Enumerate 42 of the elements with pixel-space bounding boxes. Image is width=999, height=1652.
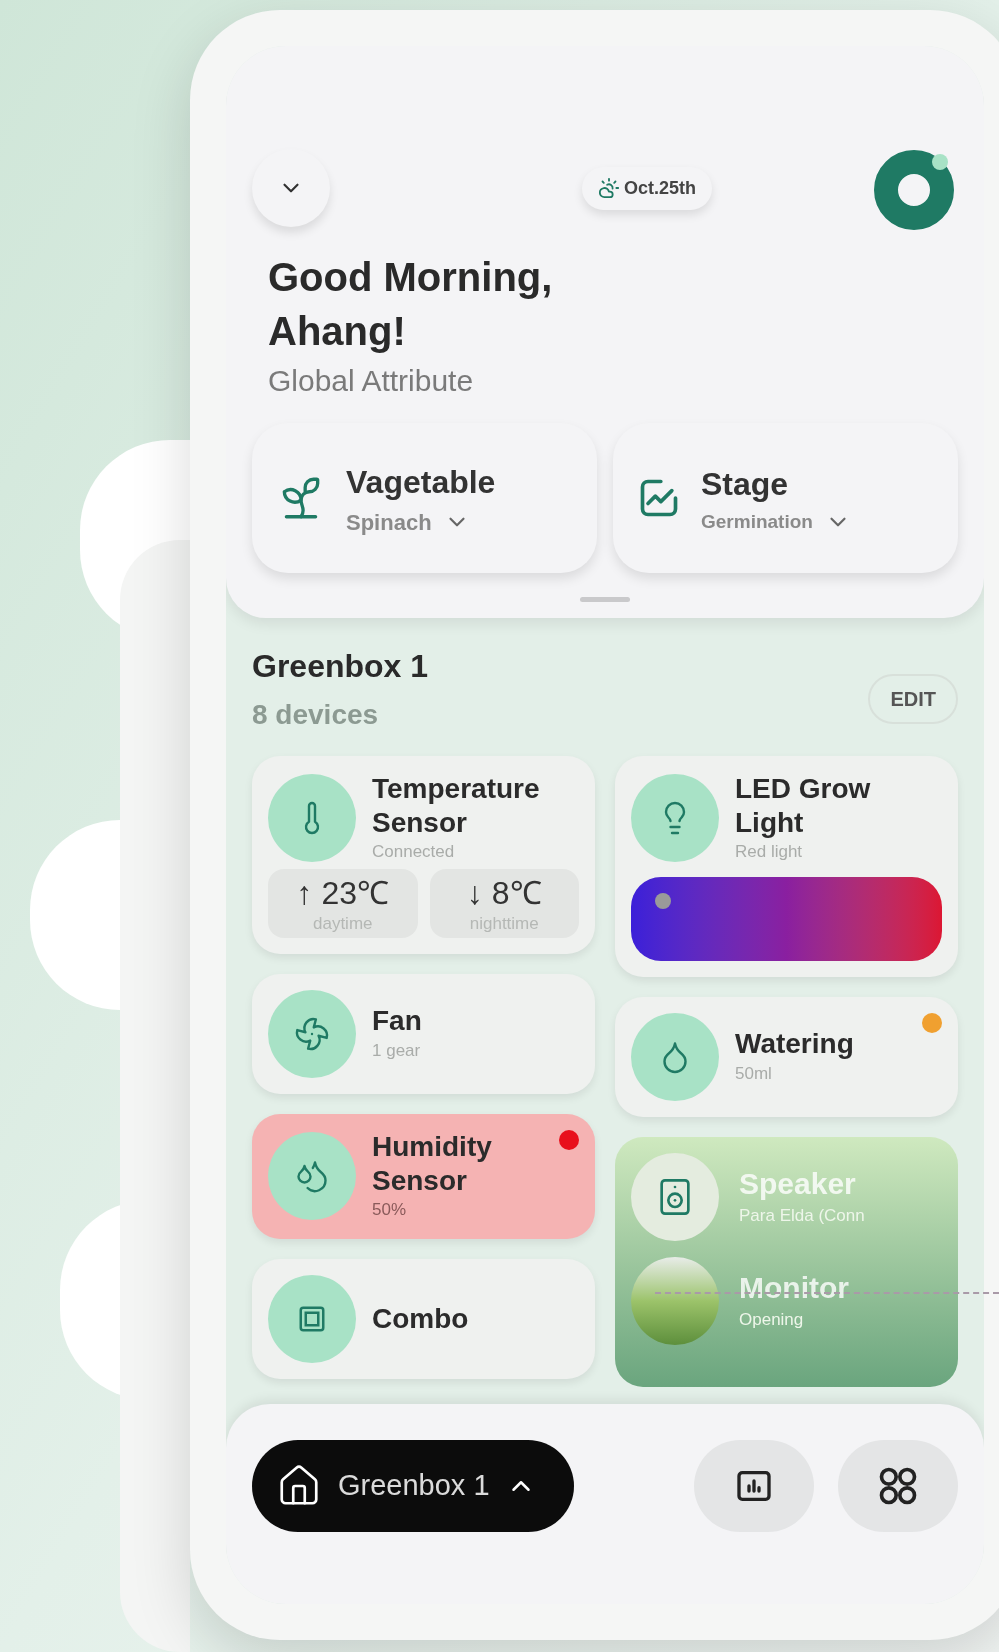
device-name: Temperature Sensor <box>372 772 541 840</box>
edit-button[interactable]: EDIT <box>868 674 958 724</box>
device-name: LED Grow Light <box>735 772 872 840</box>
home-label: Greenbox 1 <box>338 1468 490 1504</box>
temperature-value: ↓ 8℃ <box>466 873 542 913</box>
cloud-sun-icon <box>598 177 620 199</box>
device-name: Speaker <box>739 1166 857 1203</box>
device-status: Red light <box>735 841 804 864</box>
device-status: Para Elda (Conn <box>739 1204 865 1227</box>
device-status: 1 gear <box>372 1040 422 1062</box>
device-name: Humidity Sensor <box>372 1129 493 1198</box>
attribute-selector[interactable]: Stage Germination <box>613 423 958 573</box>
fan-icon <box>294 1015 330 1052</box>
attribute-value: Spinach <box>346 508 432 537</box>
color-slider[interactable] <box>631 876 942 961</box>
device-status: 50% <box>372 1199 408 1222</box>
subtitle: Global Attribute <box>268 363 475 399</box>
attribute-value: Germination <box>701 509 813 534</box>
water-drop-icon <box>294 1158 330 1195</box>
device-card[interactable]: Combo <box>252 1258 595 1379</box>
date-text: Oct.25th <box>624 176 696 200</box>
home-selector[interactable]: Greenbox 1 <box>252 1440 574 1532</box>
greeting-heading: Good Morning, Ahang! <box>268 254 554 355</box>
drag-handle[interactable] <box>580 597 630 602</box>
attribute-label: Vagetable <box>346 462 496 502</box>
slider-thumb[interactable] <box>654 892 671 909</box>
attribute-selector[interactable]: Vagetable Spinach <box>252 423 597 573</box>
device-card[interactable]: Humidity Sensor 50% <box>252 1113 595 1239</box>
group-title: Greenbox 1 <box>252 647 429 686</box>
device-status: 50ml <box>735 1062 773 1085</box>
device-name: Combo <box>372 1301 469 1336</box>
device-status: Connected <box>372 841 456 864</box>
date-chip[interactable]: Oct.25th <box>582 166 712 210</box>
device-card[interactable]: LED Grow Light Red light <box>615 756 958 977</box>
device-card[interactable]: Fan 1 gear <box>252 973 595 1094</box>
attribute-label: Stage <box>701 464 790 504</box>
device-name: Fan <box>372 1004 422 1038</box>
temperature-value: ↑ 23℃ <box>296 873 389 913</box>
device-card[interactable]: Watering 50ml <box>615 996 958 1117</box>
device-status: Opening <box>739 1308 805 1331</box>
device-count: 8 devices <box>252 698 380 732</box>
device-name: Watering <box>735 1027 854 1061</box>
